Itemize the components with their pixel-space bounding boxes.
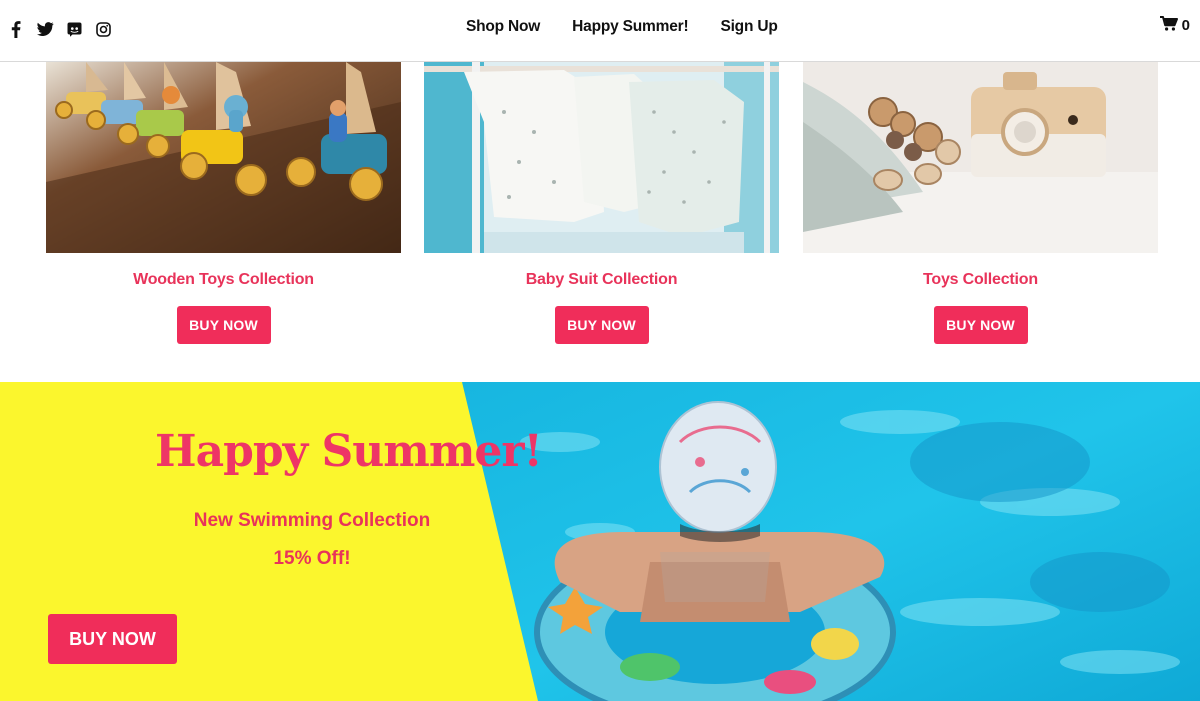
site-header: Shop Now Happy Summer! Sign Up 0 xyxy=(0,0,1200,62)
twitter-icon[interactable] xyxy=(35,19,55,39)
baby-suit-image[interactable] xyxy=(424,62,779,253)
nav-sign-up[interactable]: Sign Up xyxy=(720,18,777,36)
product-title: Baby Suit Collection xyxy=(525,271,678,288)
banner-offer: 15% Off! xyxy=(273,548,351,569)
banner-headline: Happy Summer! xyxy=(155,426,543,477)
buy-now-button[interactable]: BUY NOW xyxy=(176,306,271,344)
nav-happy-summer[interactable]: Happy Summer! xyxy=(572,18,688,36)
toys-image[interactable] xyxy=(803,62,1158,253)
banner-buy-now-button[interactable]: BUY NOW xyxy=(48,614,177,664)
product-card-wooden-toys: Wooden Toys Collection BUY NOW xyxy=(46,62,401,344)
buy-now-button[interactable]: BUY NOW xyxy=(933,306,1028,344)
wooden-toys-image[interactable] xyxy=(46,62,401,253)
cart-button[interactable]: 0 xyxy=(1159,16,1190,35)
shopping-cart-icon xyxy=(1159,16,1178,35)
product-card-toys: Toys Collection BUY NOW xyxy=(803,62,1158,344)
main-nav: Shop Now Happy Summer! Sign Up xyxy=(466,18,778,36)
buy-now-button[interactable]: BUY NOW xyxy=(554,306,649,344)
instagram-icon[interactable] xyxy=(93,19,113,39)
cart-count: 0 xyxy=(1181,17,1190,34)
facebook-icon[interactable] xyxy=(6,19,26,39)
product-title: Toys Collection xyxy=(923,271,1038,288)
nav-shop-now[interactable]: Shop Now xyxy=(466,18,540,36)
summer-banner: Happy Summer! New Swimming Collection 15… xyxy=(0,382,1200,701)
banner-subline: New Swimming Collection xyxy=(193,510,431,531)
social-links xyxy=(6,19,113,39)
product-card-baby-suit: Baby Suit Collection BUY NOW xyxy=(424,62,779,344)
discord-icon[interactable] xyxy=(64,19,84,39)
product-title: Wooden Toys Collection xyxy=(133,271,314,288)
